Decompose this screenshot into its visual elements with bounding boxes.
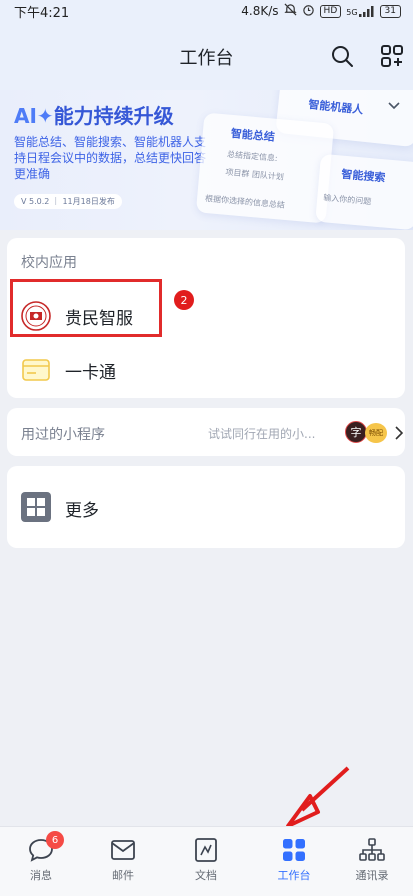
annotation-marker-2: 2 — [174, 290, 194, 310]
banner-version-note: V 5.0.2 ｜ 11月18日发布 — [14, 194, 122, 209]
banner-title: AI✦能力持续升级 — [14, 104, 174, 128]
tab-messages[interactable]: 6 消息 — [0, 827, 82, 896]
status-bar: 下午4:21 4.8K/s HD 5G 31 — [0, 0, 413, 22]
tab-mail[interactable]: 邮件 — [82, 827, 164, 896]
banner-collapse-button[interactable] — [387, 96, 401, 115]
grid-add-icon — [381, 45, 403, 67]
doc-icon — [191, 835, 221, 865]
banner-description: 智能总结、智能搜索、智能机器人支持日程会议中的数据，总结更快回答更准确 — [14, 135, 207, 181]
chevron-right-icon — [395, 425, 404, 444]
mini-program-avatar-1: 字 — [345, 421, 367, 443]
status-icons: 4.8K/s HD 5G 31 — [241, 3, 401, 19]
tab-contacts[interactable]: 通讯录 — [331, 827, 413, 896]
ai-promo-banner[interactable]: AI✦能力持续升级 智能总结、智能搜索、智能机器人支持日程会议中的数据，总结更快… — [0, 90, 413, 230]
alarm-icon — [302, 3, 315, 19]
app-header: 工作台 — [0, 22, 413, 90]
workbench-icon — [279, 835, 309, 865]
annotation-arrow-icon — [286, 766, 350, 828]
annotation-highlight-box — [10, 279, 162, 337]
more-card[interactable]: 更多 — [7, 466, 405, 548]
search-button[interactable] — [328, 42, 356, 70]
add-app-button[interactable] — [378, 42, 406, 70]
mini-program-avatar-2: 畅配 — [365, 423, 387, 443]
more-apps-icon — [21, 492, 51, 522]
mini-program-avatars: 字 畅配 — [345, 421, 391, 445]
mock-card-summary: 智能总结 总结指定信息: 项目群 团队计划 根据你选择的信息总结 — [195, 112, 335, 224]
mute-icon — [283, 3, 297, 19]
battery-icon: 31 — [379, 4, 401, 18]
message-badge: 6 — [46, 831, 64, 849]
tab-docs[interactable]: 文档 — [165, 827, 247, 896]
mail-icon — [108, 835, 138, 865]
hd-icon: HD — [319, 4, 342, 18]
signal-icon: 5G — [346, 5, 374, 17]
network-speed: 4.8K/s — [241, 4, 279, 18]
campus-apps-label: 校内应用 — [21, 255, 77, 271]
mini-programs-label: 用过的小程序 — [21, 427, 105, 443]
tab-workbench[interactable]: 工作台 — [253, 827, 335, 896]
mini-programs-hint: 试试同行在用的小... — [208, 427, 316, 441]
search-icon — [332, 46, 353, 67]
mock-card-search: 智能搜索 输入你的问题 — [315, 153, 413, 230]
chevron-down-icon — [388, 102, 400, 110]
contacts-icon — [357, 835, 387, 865]
app-yikatong[interactable]: 一卡通 — [7, 342, 405, 398]
status-time: 下午4:21 — [14, 5, 70, 21]
card-icon — [21, 355, 51, 385]
bottom-tab-bar: 6 消息 邮件 文档 工作台 通讯录 — [0, 826, 413, 896]
mini-programs-row[interactable]: 用过的小程序 试试同行在用的小... 字 畅配 — [7, 408, 405, 456]
more-label: 更多 — [65, 501, 99, 521]
